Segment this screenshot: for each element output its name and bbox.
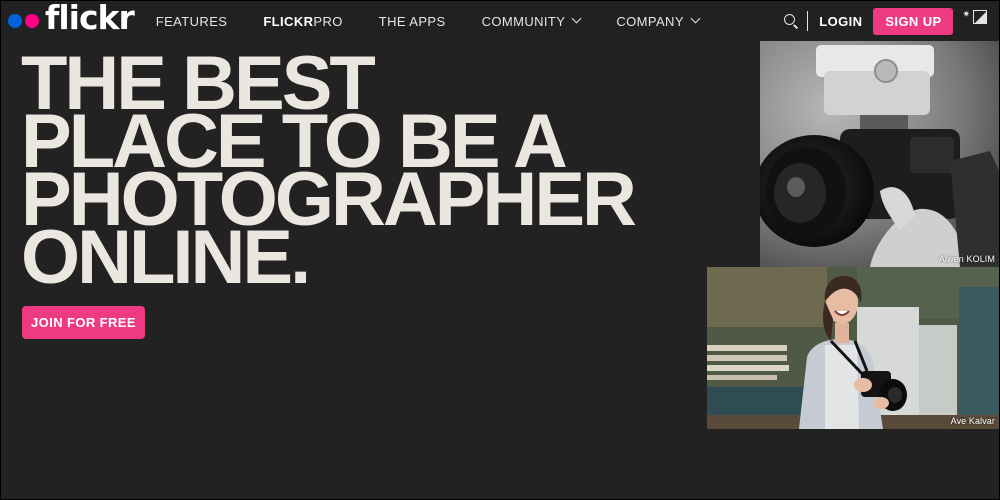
photo-credit[interactable]: Alwen KOLIM bbox=[939, 254, 995, 264]
camera-closeup-illustration bbox=[760, 41, 999, 267]
photographer-illustration bbox=[707, 267, 999, 429]
nav-divider bbox=[807, 11, 809, 31]
flickr-homepage: flickr FEATURES FLICKR PRO THE APPS COMMU… bbox=[0, 0, 1000, 500]
blue-dot-icon bbox=[8, 14, 22, 28]
nav-the-apps[interactable]: THE APPS bbox=[379, 14, 446, 29]
nav-the-apps-label: THE APPS bbox=[378, 13, 446, 29]
signup-button-label: SIGN UP bbox=[885, 13, 942, 29]
nav-features-label: FEATURES bbox=[155, 13, 228, 29]
theme-toggle: ✷ bbox=[962, 10, 987, 32]
join-for-free-button[interactable]: JOIN FOR FREE bbox=[22, 306, 145, 339]
top-navigation: flickr FEATURES FLICKR PRO THE APPS COMMU… bbox=[1, 1, 999, 41]
chevron-down-icon bbox=[571, 13, 582, 23]
login-link[interactable]: LOGIN bbox=[819, 14, 862, 29]
nav-flickrpro-label-strong: FLICKR bbox=[263, 13, 314, 29]
logo-text: flickr bbox=[45, 0, 135, 37]
contrast-icon[interactable] bbox=[973, 10, 987, 24]
nav-company-label: COMPANY bbox=[616, 13, 684, 29]
nav-flickrpro[interactable]: FLICKR PRO bbox=[263, 14, 342, 29]
flickr-logo[interactable]: flickr bbox=[8, 0, 135, 41]
search-icon[interactable] bbox=[784, 14, 799, 29]
join-button-label: JOIN FOR FREE bbox=[31, 315, 136, 330]
pink-dot-icon bbox=[25, 14, 39, 28]
signup-button[interactable]: SIGN UP bbox=[873, 7, 954, 35]
nav-community[interactable]: COMMUNITY bbox=[481, 13, 582, 29]
chevron-down-icon bbox=[690, 13, 701, 23]
camera-closeup-photo[interactable]: Alwen KOLIM bbox=[760, 41, 999, 267]
nav-flickrpro-label-light: PRO bbox=[313, 13, 343, 29]
hero-title: THE BEST PLACE TO BE A PHOTOGRAPHER ONLI… bbox=[21, 46, 637, 296]
nav-features[interactable]: FEATURES bbox=[156, 14, 228, 29]
nav-links: FEATURES FLICKR PRO THE APPS COMMUNITY CO… bbox=[156, 1, 735, 41]
nav-company[interactable]: COMPANY bbox=[616, 13, 701, 29]
nav-community-label: COMMUNITY bbox=[481, 13, 566, 29]
nav-right-actions: LOGIN SIGN UP ✷ bbox=[784, 1, 999, 41]
photo-credit[interactable]: Ave Kalvar bbox=[951, 416, 995, 426]
sun-icon[interactable]: ✷ bbox=[962, 10, 970, 19]
photographer-portrait-photo[interactable]: Ave Kalvar bbox=[707, 267, 999, 429]
search-icon-handle bbox=[793, 24, 799, 29]
